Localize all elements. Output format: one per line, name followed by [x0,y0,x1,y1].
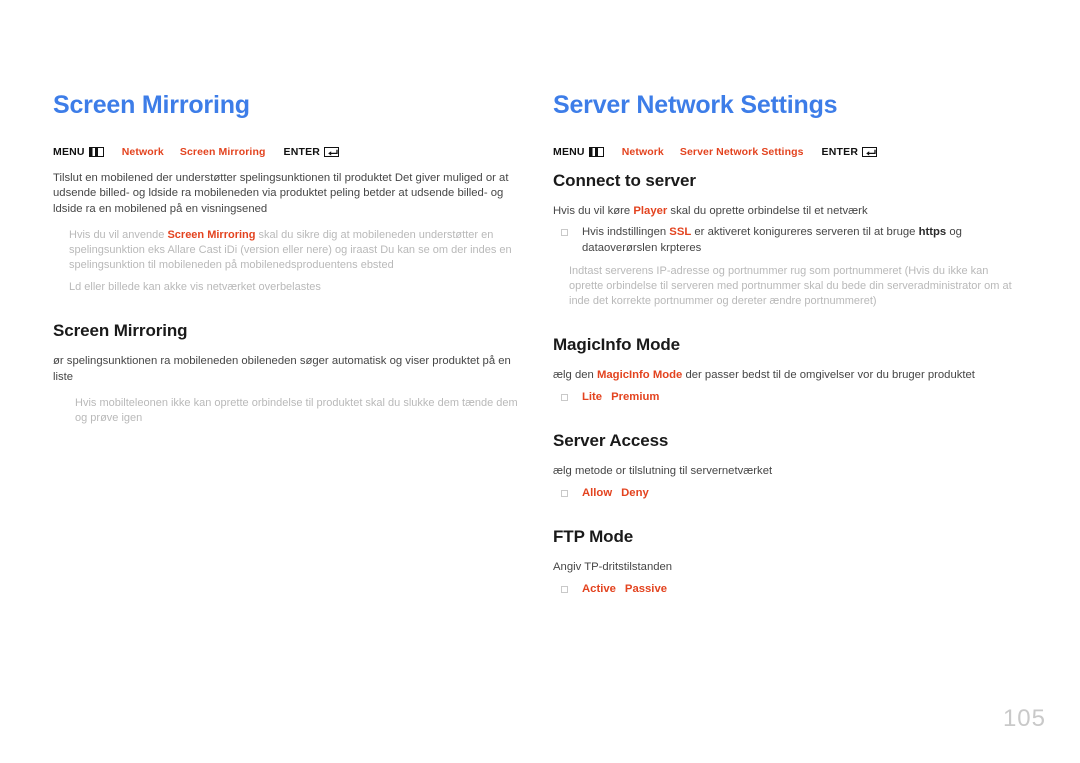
connect-bullet-bold-https: https [918,226,947,238]
connect-to-server-bullet: Hvis indstillingen SSL er aktiveret koni… [553,225,1023,256]
server-access-body: ælg metode or tilslutning til servernetv… [553,465,773,477]
menu-label: MENU [53,145,85,158]
option-deny[interactable]: Deny [621,487,649,499]
server-access-options: Allow Deny [553,486,1023,502]
ftp-mode-body: Angiv TP-dritstilstanden [553,561,673,573]
left-note-1-pre: Hvis du vil anvende [69,229,168,241]
connect-to-server-note: Indtast serverens IP-adresse og portnumm… [569,265,1012,307]
option-lite[interactable]: Lite [582,391,602,403]
option-active[interactable]: Active [582,583,616,595]
option-premium[interactable]: Premium [611,391,659,403]
option-passive[interactable]: Passive [625,583,667,595]
menu-path-item-network[interactable]: Network [622,146,664,158]
menu-path-item-network[interactable]: Network [122,146,164,158]
left-section-note: Hvis mobilteleonen ikke kan oprette orbi… [75,397,518,424]
square-bullet-icon [561,489,568,497]
ftp-options-list: Active Passive [582,582,1023,598]
enter-label: ENTER [821,145,859,158]
magicinfo-body-highlight: MagicInfo Mode [596,369,683,381]
square-bullet-icon [561,393,568,401]
magicinfo-body-pre: ælg den [553,369,597,381]
page-number: 105 [1002,705,1046,732]
menu-path-right: MENU Network Server Network Settings ENT… [553,146,1023,158]
connect-bullet-text: Hvis indstillingen SSL er aktiveret koni… [582,225,1023,256]
left-note-2: Ld eller billede kan akke vis netværket … [69,281,321,293]
section-heading-magicinfo-mode: MagicInfo Mode [553,335,681,354]
left-note-1-highlight: Screen Mirroring [167,229,256,241]
enter-return-icon [324,146,340,157]
section-heading-ftp-mode: FTP Mode [553,527,634,546]
connect-bullet-mid: er aktiveret konigureres serveren til at… [691,226,919,238]
page-title-server-network-settings: Server Network Settings [553,91,838,119]
connect-body-pre: Hvis du vil køre [553,204,634,217]
connect-body-highlight: Player [633,204,668,217]
left-column: Screen Mirroring MENU Network Screen Mir… [53,91,523,433]
magicinfo-options-list: Lite Premium [582,390,1023,406]
menu-grid-icon [88,146,104,157]
section-heading-server-access: Server Access [553,431,669,450]
menu-path-item-server-network-settings[interactable]: Server Network Settings [680,146,804,158]
enter-return-icon [862,146,878,157]
magicinfo-mode-options: Lite Premium [553,390,1023,406]
magicinfo-body-post: der passer bedst til de omgivelser vor d… [682,369,975,381]
connect-body-post: skal du oprette orbindelse til et netvær… [667,204,868,217]
menu-path-left: MENU Network Screen Mirroring ENTER [53,146,523,158]
left-intro-paragraph: Tilslut en mobilened der understøtter sp… [53,171,509,215]
server-access-options-list: Allow Deny [582,486,1023,502]
left-section-body: ør spelingsunktionen ra mobileneden obil… [53,355,511,383]
connect-bullet-highlight-ssl: SSL [669,226,692,238]
right-column: Server Network Settings MENU Network Ser… [553,91,1023,605]
square-bullet-icon [561,585,568,593]
menu-label: MENU [553,145,585,158]
document-page: Screen Mirroring MENU Network Screen Mir… [0,0,1080,763]
ftp-mode-options: Active Passive [553,582,1023,598]
square-bullet-icon [561,229,568,236]
left-note-1: Hvis du vil anvende Screen Mirroring ska… [53,228,523,273]
option-allow[interactable]: Allow [582,487,612,499]
section-heading-screen-mirroring: Screen Mirroring [53,321,188,340]
page-title-screen-mirroring: Screen Mirroring [53,91,250,119]
connect-bullet-pre: Hvis indstillingen [582,226,670,238]
section-heading-connect-to-server: Connect to server [553,170,696,190]
magicinfo-mode-body: ælg den MagicInfo Mode der passer bedst … [553,368,1023,384]
menu-path-item-screen-mirroring[interactable]: Screen Mirroring [180,146,266,158]
menu-grid-icon [588,146,604,157]
connect-to-server-body: Hvis du vil køre Player skal du oprette … [553,204,1023,220]
enter-label: ENTER [283,145,321,158]
